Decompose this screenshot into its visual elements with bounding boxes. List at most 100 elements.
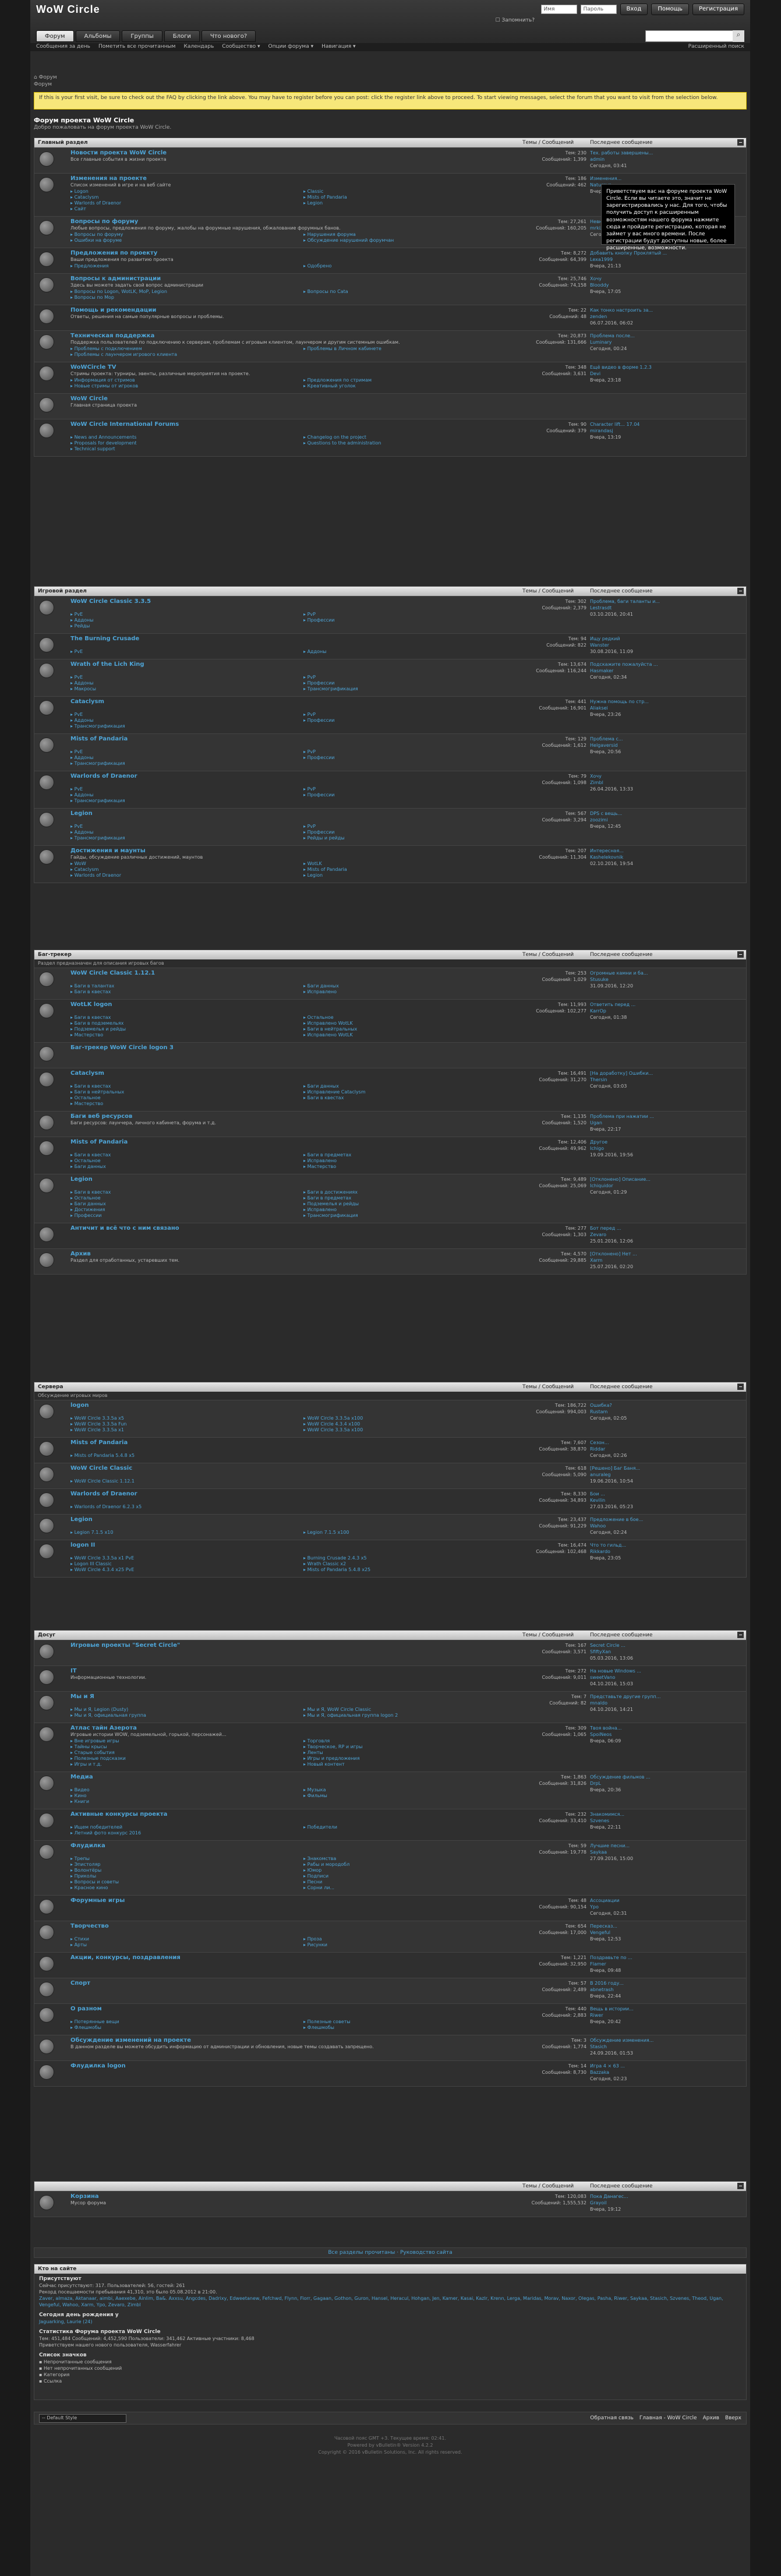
breadcrumb[interactable]: ⌂ Форум — [34, 75, 57, 80]
subforum-link[interactable]: ▸ Mists of Pandaria 5.4.8 x5 — [70, 1453, 280, 1459]
last-post-title[interactable]: Как тонко настроить за... — [590, 307, 741, 313]
last-post-title[interactable]: Пересказ... — [590, 1923, 741, 1929]
last-post-author[interactable]: Ugan — [590, 1120, 741, 1126]
forum-title[interactable]: WoW Circle Classic 1.12.1 — [70, 970, 155, 976]
subforum-link[interactable]: ▸ Legion — [303, 200, 513, 206]
subforum-link[interactable]: ▸ Игры и т.д. — [70, 1762, 280, 1767]
subnav-calendar[interactable]: Календарь — [183, 44, 214, 51]
last-post-author[interactable]: zenden — [590, 313, 741, 320]
forum-title[interactable]: Legion — [70, 810, 93, 817]
subforum-link[interactable]: ▸ Достижения — [70, 1207, 280, 1213]
subforum-link[interactable]: ▸ Стихи — [70, 1936, 280, 1942]
forum-title[interactable]: Архив — [70, 1251, 91, 1257]
forum-title[interactable]: Игровые проекты "Secret Circle" — [70, 1642, 180, 1649]
subforum-link[interactable]: ▸ Рабы и мородобл — [303, 1862, 513, 1868]
subforum-link[interactable]: ▸ Сайт — [70, 206, 280, 212]
subforum-link[interactable]: ▸ Трансмогрификация — [303, 686, 513, 692]
collapse-icon[interactable]: − — [737, 139, 744, 146]
forum-title[interactable]: Форумные игры — [70, 1897, 125, 1904]
subforum-link[interactable]: ▸ WoW Circle Classic 1.12.1 — [70, 1478, 280, 1484]
forum-title[interactable]: Помощь и рекомендации — [70, 307, 156, 313]
last-post-title[interactable]: Проблема, баги таланты и... — [590, 598, 741, 605]
subforum-link[interactable]: ▸ Красное кино — [70, 1885, 280, 1891]
subforum-link[interactable]: ▸ Questions to the administration — [303, 440, 513, 446]
subforum-link[interactable]: ▸ Остальное — [70, 1095, 280, 1101]
last-post-title[interactable]: Ответить перед ... — [590, 1001, 741, 1008]
last-post-author[interactable]: SpoiNeos — [590, 1731, 741, 1738]
subforum-link[interactable]: ▸ PvP — [303, 712, 513, 718]
forum-title[interactable]: Обсуждение изменений на проекте — [70, 2037, 191, 2044]
last-post-title[interactable]: Проблема с... — [590, 736, 741, 742]
subforum-link[interactable]: ▸ Проза — [303, 1936, 513, 1942]
last-post-author[interactable]: KarrOp — [590, 1008, 741, 1014]
subforum-link[interactable]: ▸ Профессии — [303, 718, 513, 724]
collapse-icon[interactable]: − — [737, 588, 744, 594]
subforum-link[interactable]: ▸ Знакомства — [303, 1856, 513, 1862]
subforum-link[interactable]: ▸ Баги в достижениях — [303, 1190, 513, 1195]
subforum-link[interactable]: ▸ Профессии — [303, 792, 513, 798]
subforum-link[interactable]: ▸ Мы и Я, WoW Circle Classic — [303, 1707, 513, 1713]
last-post-title[interactable]: Лучшие песни... — [590, 1843, 741, 1849]
category-header[interactable]: Темы / Сообщений Последнее сообщение − — [34, 2182, 746, 2191]
last-post-title[interactable]: Изменения... — [590, 175, 741, 182]
username-field[interactable]: Имя — [540, 5, 577, 14]
last-post-author[interactable]: mirandasj — [590, 428, 741, 434]
last-post-author[interactable]: zoozimi — [590, 817, 741, 823]
collapse-icon[interactable]: − — [737, 1632, 744, 1638]
subforum-link[interactable]: ▸ Вопросы по форуму — [70, 232, 280, 238]
forum-title[interactable]: Cataclysm — [70, 698, 104, 705]
last-post-author[interactable]: Saykaa — [590, 1849, 741, 1855]
forum-title[interactable]: IT — [70, 1668, 77, 1674]
subforum-link[interactable]: ▸ Мастерство — [303, 1164, 513, 1170]
subforum-link[interactable]: ▸ Подписи — [303, 1873, 513, 1879]
subforum-link[interactable]: ▸ Трансмогрификация — [70, 761, 280, 767]
last-post-author[interactable]: Rikkardo — [590, 1548, 741, 1555]
subforum-link[interactable]: ▸ News and Announcements — [70, 435, 280, 440]
subforum-link[interactable]: ▸ Исправлено — [303, 989, 513, 995]
last-post-title[interactable]: Secret Circle ... — [590, 1642, 741, 1649]
subforum-link[interactable]: ▸ Творческое, RP и игры — [303, 1744, 513, 1750]
subforum-link[interactable]: ▸ PvE — [70, 786, 280, 792]
forum-title[interactable]: Новости проекта WoW Circle — [70, 150, 167, 156]
tab-whats-new[interactable]: Что нового? — [201, 30, 256, 42]
category-header[interactable]: Досуг Темы / Сообщений Последнее сообщение… — [34, 1631, 746, 1640]
last-post-author[interactable]: Lexa1999 — [590, 256, 741, 263]
forum-title[interactable]: WotLK logon — [70, 1001, 112, 1008]
subforum-link[interactable]: ▸ Аддоны — [70, 680, 280, 686]
last-post-title[interactable]: [Решено] Баг Баня... — [590, 1465, 741, 1472]
subforum-link[interactable]: ▸ Остальное — [70, 1158, 280, 1164]
last-post-title[interactable]: Обсуждение изменения... — [590, 2037, 741, 2044]
subforum-link[interactable]: ▸ Баги в квестах — [70, 1084, 280, 1089]
subforum-link[interactable]: ▸ Баги в подземельях — [70, 1021, 280, 1026]
subforum-link[interactable]: ▸ Нарушения форума — [303, 232, 513, 238]
last-post-author[interactable]: Lestrasdt — [590, 605, 741, 611]
last-post-author[interactable]: Wanster — [590, 642, 741, 648]
subforum-link[interactable]: ▸ PvP — [303, 786, 513, 792]
last-post-title[interactable]: [На доработку] Ошибки... — [590, 1070, 741, 1077]
subforum-link[interactable]: ▸ Changelog on the project — [303, 435, 513, 440]
last-post-author[interactable]: Wahoo — [590, 1523, 741, 1529]
advanced-search-link[interactable]: Расширенный поиск — [688, 44, 744, 51]
subforum-link[interactable]: ▸ Mists of Pandaria — [303, 195, 513, 200]
subforum-link[interactable]: ▸ Музыка — [303, 1787, 513, 1793]
subforum-link[interactable]: ▸ WoW Circle 4.3.4 x100 — [303, 1421, 513, 1427]
subforum-link[interactable]: ▸ Вопросы по Cata — [303, 289, 513, 295]
last-post-title[interactable]: Другое — [590, 1139, 741, 1145]
subforum-link[interactable]: ▸ Cataclysm — [70, 195, 280, 200]
subforum-link[interactable]: ▸ WotLK — [303, 861, 513, 867]
last-post-title[interactable]: Обсуждение фильмов ... — [590, 1774, 741, 1780]
subforum-link[interactable]: ▸ Приколы — [70, 1873, 280, 1879]
last-post-author[interactable]: DrpL — [590, 1780, 741, 1787]
last-post-title[interactable]: Ищу редкий — [590, 636, 741, 642]
subforum-link[interactable]: ▸ Мы и Я, официальная группа — [70, 1713, 280, 1718]
tab-forum[interactable]: Форум — [36, 30, 74, 42]
last-post-title[interactable]: Поздравьте по ... — [590, 1954, 741, 1961]
subforum-link[interactable]: ▸ Остальное — [70, 1195, 280, 1201]
collapse-icon[interactable]: − — [737, 951, 744, 958]
last-post-title[interactable]: Сезон... — [590, 1439, 741, 1446]
subforum-link[interactable]: ▸ Warlords of Draenor — [70, 873, 280, 878]
subforum-link[interactable]: ▸ Баги в предметах — [303, 1152, 513, 1158]
subforum-link[interactable]: ▸ Баги в предметах — [303, 1195, 513, 1201]
forum-title[interactable]: Warlords of Draenor — [70, 773, 137, 779]
subforum-link[interactable]: ▸ Видео — [70, 1787, 280, 1793]
